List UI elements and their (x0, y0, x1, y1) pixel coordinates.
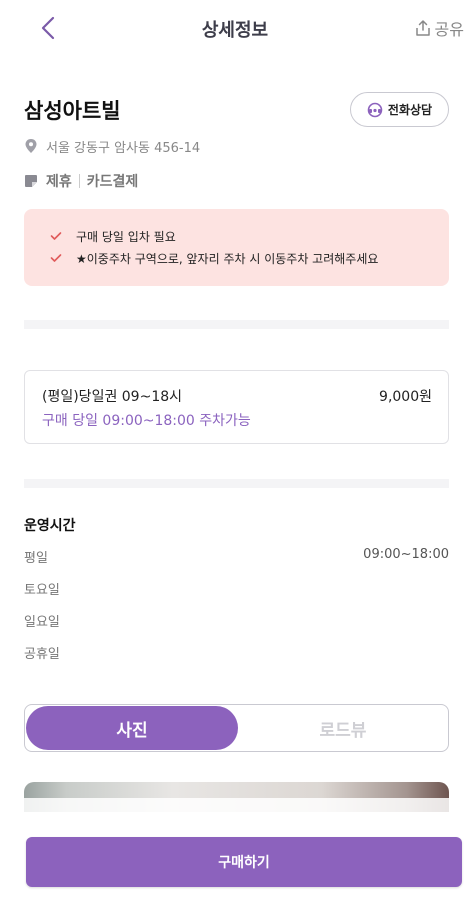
hours-time: 09:00~18:00 (363, 547, 449, 562)
tag-card-payment: 카드결제 (86, 174, 139, 190)
purchase-button[interactable]: 구매하기 (26, 837, 462, 887)
ticket-card[interactable]: (평일)당일권 09~18시 9,000원 구매 당일 09:00~18:00 … (24, 370, 449, 444)
share-icon (415, 20, 430, 36)
notice-item: ★이중주차 구역으로, 앞자리 주차 시 이동주차 고려해주세요 (50, 248, 449, 268)
tags-row: 제휴 카드결제 (24, 171, 138, 191)
call-consult-label: 전화상담 (387, 103, 433, 117)
check-icon (50, 232, 62, 240)
tab-roadview[interactable]: 로드뷰 (238, 706, 448, 750)
page-title: 상세정보 (201, 20, 269, 41)
hours-day: 공휴일 (24, 647, 60, 662)
hours-row: 공휴일 (24, 643, 449, 662)
call-consult-button[interactable]: 전화상담 (350, 92, 449, 127)
notice-text: ★이중주차 구역으로, 앞자리 주차 시 이동주차 고려해주세요 (76, 251, 379, 266)
section-divider (24, 320, 449, 329)
address-text: 서울 강동구 암사동 456-14 (46, 140, 201, 156)
notice-item: 구매 당일 입차 필요 (50, 226, 449, 246)
location-pin-icon (25, 139, 37, 153)
tab-photo[interactable]: 사진 (26, 706, 238, 750)
share-button[interactable]: 공유 (414, 16, 464, 40)
hours-row: 평일 09:00~18:00 (24, 547, 449, 566)
place-name: 삼성아트빌 (24, 99, 121, 123)
tag-icon (25, 175, 37, 187)
top-header: 상세정보 공유 (0, 0, 470, 56)
hours-row: 일요일 (24, 611, 449, 630)
share-label: 공유 (434, 20, 464, 39)
tag-partner: 제휴 (46, 174, 72, 190)
hours-row: 토요일 (24, 579, 449, 598)
address-row: 서울 강동구 암사동 456-14 (24, 137, 201, 156)
ticket-name: (평일)당일권 09~18시 (42, 389, 183, 405)
check-icon (50, 254, 62, 262)
section-divider (24, 479, 449, 488)
hours-day: 평일 (24, 551, 48, 566)
notice-box: 구매 당일 입차 필요 ★이중주차 구역으로, 앞자리 주차 시 이동주차 고려… (24, 209, 449, 286)
ticket-price: 9,000원 (379, 389, 432, 405)
ticket-description: 구매 당일 09:00~18:00 주차가능 (42, 413, 251, 429)
notice-text: 구매 당일 입차 필요 (76, 229, 176, 244)
tag-divider (78, 174, 80, 188)
hours-day: 일요일 (24, 615, 60, 630)
hours-day: 토요일 (24, 583, 60, 598)
hours-title: 운영시간 (24, 518, 76, 534)
parking-photo[interactable] (24, 782, 449, 812)
bottom-bar: 구매하기 (0, 818, 470, 898)
headset-icon (367, 102, 383, 117)
photo-roadview-toggle: 사진 로드뷰 (24, 704, 449, 752)
